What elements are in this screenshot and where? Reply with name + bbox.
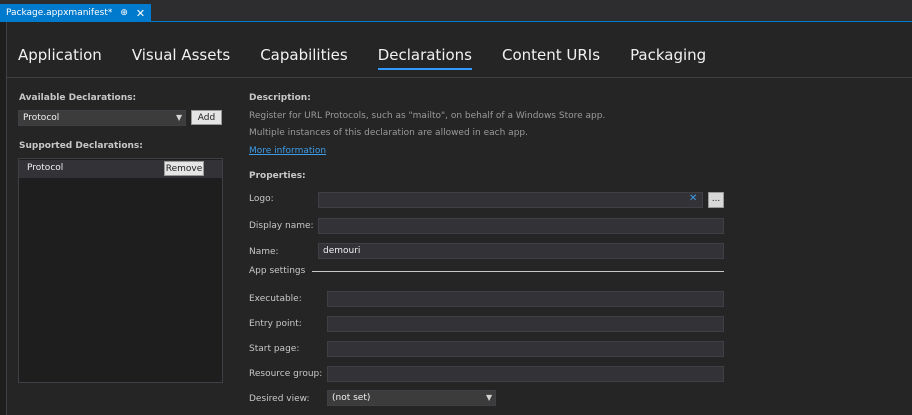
pin-icon[interactable]: ⊕ <box>120 8 128 18</box>
display-name-field[interactable] <box>318 218 724 234</box>
close-icon[interactable]: ✕ <box>136 7 145 20</box>
tab-visual-assets[interactable]: Visual Assets <box>132 46 230 70</box>
document-tab-strip: Package.appxmanifest* ⊕ ✕ <box>0 0 912 22</box>
tab-declarations[interactable]: Declarations <box>377 46 472 70</box>
logo-label: Logo: <box>249 194 274 204</box>
resource-group-label: Resource group: <box>249 369 323 379</box>
tab-application[interactable]: Application <box>18 46 102 70</box>
tab-content-uris[interactable]: Content URIs <box>502 46 600 70</box>
document-tab[interactable]: Package.appxmanifest* ⊕ ✕ <box>0 4 152 22</box>
desired-view-label: Desired view: <box>249 394 310 404</box>
name-field[interactable]: demouri <box>318 243 724 259</box>
resource-group-field[interactable] <box>327 366 724 382</box>
start-page-field[interactable] <box>327 341 724 357</box>
available-declarations-dropdown[interactable]: Protocol <box>18 110 186 126</box>
desired-view-dropdown[interactable]: (not set) <box>327 390 496 406</box>
app-settings-divider <box>312 271 724 272</box>
executable-label: Executable: <box>249 294 302 304</box>
chevron-down-icon: ▼ <box>176 113 183 122</box>
start-page-label: Start page: <box>249 344 300 354</box>
description-line-2: Multiple instances of this declaration a… <box>249 128 528 138</box>
app-settings-label: App settings <box>249 266 306 276</box>
display-name-label: Display name: <box>249 221 314 231</box>
tab-packaging[interactable]: Packaging <box>630 46 706 70</box>
name-label: Name: <box>249 247 279 257</box>
supported-item-label: Protocol <box>27 163 64 173</box>
name-field-value: demouri <box>323 246 361 256</box>
manifest-nav-tabs: Application Visual Assets Capabilities D… <box>18 46 706 70</box>
remove-button[interactable]: Remove <box>164 161 204 176</box>
description-title: Description: <box>249 93 311 103</box>
entry-point-field[interactable] <box>327 316 724 332</box>
clear-icon[interactable]: ✕ <box>689 193 697 204</box>
supported-declarations-title: Supported Declarations: <box>19 141 143 151</box>
more-information-link[interactable]: More information <box>249 146 326 156</box>
available-declarations-title: Available Declarations: <box>19 93 137 103</box>
document-tab-title: Package.appxmanifest* <box>6 8 113 18</box>
add-button[interactable]: Add <box>191 110 222 125</box>
entry-point-label: Entry point: <box>249 319 302 329</box>
tab-capabilities[interactable]: Capabilities <box>260 46 348 70</box>
available-declarations-value: Protocol <box>23 113 60 123</box>
executable-field[interactable] <box>327 291 724 307</box>
browse-button[interactable]: ... <box>708 192 724 208</box>
chevron-down-icon: ▼ <box>486 393 493 402</box>
tab-divider <box>7 77 912 78</box>
properties-title: Properties: <box>249 171 306 181</box>
supported-declarations-list <box>18 158 223 383</box>
description-line-1: Register for URL Protocols, such as "mai… <box>249 111 606 121</box>
logo-field[interactable] <box>318 192 703 208</box>
desired-view-value: (not set) <box>332 393 371 403</box>
